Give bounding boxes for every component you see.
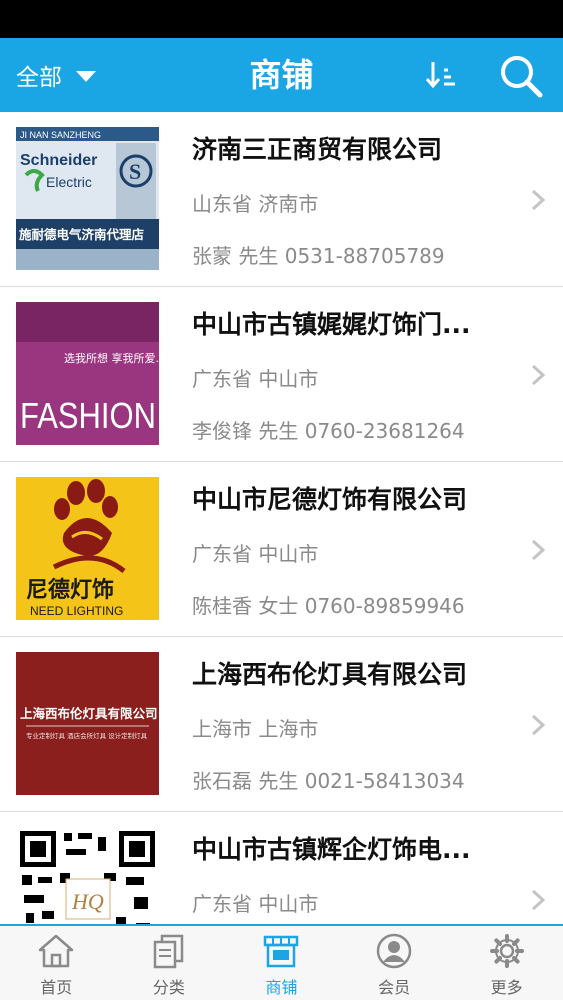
store-icon [264, 935, 299, 968]
search-button[interactable] [498, 53, 544, 99]
chevron-right-icon [531, 539, 546, 561]
svg-text:S: S [129, 159, 141, 184]
tab-member[interactable]: 会员 [338, 926, 451, 1000]
bottom-tab-bar: 首页 分类 商铺 会员 更多 [0, 924, 563, 1000]
nav-bar: 全部 商铺 [0, 38, 563, 112]
home-icon [39, 934, 74, 968]
store-thumbnail: 上海西布伦灯具有限公司 专业定制灯具 酒店会所灯具 设计定制灯具 [16, 652, 159, 795]
store-contact: 陈桂香 女士 0760-89859946 [192, 594, 465, 618]
tab-more[interactable]: 更多 [450, 926, 563, 1000]
store-thumbnail: JI NAN SANZHENG Schneider Electric S 施耐德… [16, 127, 159, 270]
store-name: 济南三正商贸有限公司 [192, 135, 443, 164]
gear-icon [489, 934, 524, 968]
tab-label: 首页 [40, 978, 73, 997]
store-contact: 李俊锋 先生 0760-23681264 [192, 419, 465, 443]
store-region: 上海市 上海市 [192, 717, 319, 741]
tab-label: 商铺 [265, 978, 298, 997]
tab-label: 更多 [490, 978, 523, 997]
tab-category[interactable]: 分类 [113, 926, 226, 1000]
store-list-item[interactable]: JI NAN SANZHENG Schneider Electric S 施耐德… [0, 112, 563, 287]
thumb-sub-text: 专业定制灯具 酒店会所灯具 设计定制灯具 [26, 731, 148, 740]
member-icon [376, 933, 412, 969]
status-bar [0, 0, 563, 38]
thumb-logo-text: HQ [71, 889, 104, 914]
sort-button[interactable] [424, 58, 458, 92]
tab-label: 会员 [378, 978, 411, 997]
store-region: 广东省 中山市 [192, 367, 319, 391]
thumb-slogan-text: 选我所想 享我所爱... [64, 351, 159, 365]
store-thumbnail: 选我所想 享我所爱... FASHION [16, 302, 159, 445]
tab-store[interactable]: 商铺 [225, 926, 338, 1000]
sort-icon [425, 62, 455, 89]
chevron-right-icon [531, 889, 546, 911]
thumb-header-text: JI NAN SANZHENG [20, 130, 101, 140]
store-thumbnail: HQ [16, 827, 159, 924]
thumb-word-text: FASHION [20, 395, 156, 436]
chevron-right-icon [531, 714, 546, 736]
store-name: 中山市古镇辉企灯饰电... [192, 835, 471, 864]
chevron-right-icon [531, 364, 546, 386]
store-region: 广东省 中山市 [192, 892, 319, 916]
store-region: 广东省 中山市 [192, 542, 319, 566]
store-contact: 张蒙 先生 0531-88705789 [192, 244, 445, 268]
chevron-right-icon [531, 189, 546, 211]
thumb-caption-text: 施耐德电气济南代理店 [19, 227, 145, 242]
chevron-down-icon [76, 70, 96, 82]
store-thumbnail: 尼德灯饰 NEED LIGHTING [16, 477, 159, 620]
search-icon [501, 56, 543, 98]
store-list-item[interactable]: 上海西布伦灯具有限公司 专业定制灯具 酒店会所灯具 设计定制灯具 上海西布伦灯具… [0, 637, 563, 812]
store-list-item[interactable]: 尼德灯饰 NEED LIGHTING 中山市尼德灯饰有限公司 广东省 中山市 陈… [0, 462, 563, 637]
store-list-item[interactable]: HQ 中山市古镇辉企灯饰电... 广东省 中山市 [0, 812, 563, 924]
store-name: 中山市尼德灯饰有限公司 [192, 485, 468, 514]
thumb-company-text: 上海西布伦灯具有限公司 [20, 706, 158, 721]
brand-sub-text: Electric [46, 174, 92, 190]
category-filter-label: 全部 [16, 65, 62, 91]
store-name: 中山市古镇娓娓灯饰门... [192, 310, 471, 339]
brand-name-text: Schneider [20, 152, 97, 169]
thumb-brand-cn-text: 尼德灯饰 [26, 577, 114, 603]
tab-label: 分类 [152, 978, 185, 997]
store-list[interactable]: JI NAN SANZHENG Schneider Electric S 施耐德… [0, 112, 563, 924]
thumb-brand-en-text: NEED LIGHTING [30, 604, 123, 618]
category-icon [153, 934, 184, 969]
category-filter-dropdown[interactable]: 全部 [16, 38, 96, 112]
store-contact: 张石磊 先生 0021-58413034 [192, 769, 465, 793]
store-list-item[interactable]: 选我所想 享我所爱... FASHION 中山市古镇娓娓灯饰门... 广东省 中… [0, 287, 563, 462]
tab-home[interactable]: 首页 [0, 926, 113, 1000]
store-name: 上海西布伦灯具有限公司 [192, 660, 468, 689]
store-region: 山东省 济南市 [192, 192, 319, 216]
